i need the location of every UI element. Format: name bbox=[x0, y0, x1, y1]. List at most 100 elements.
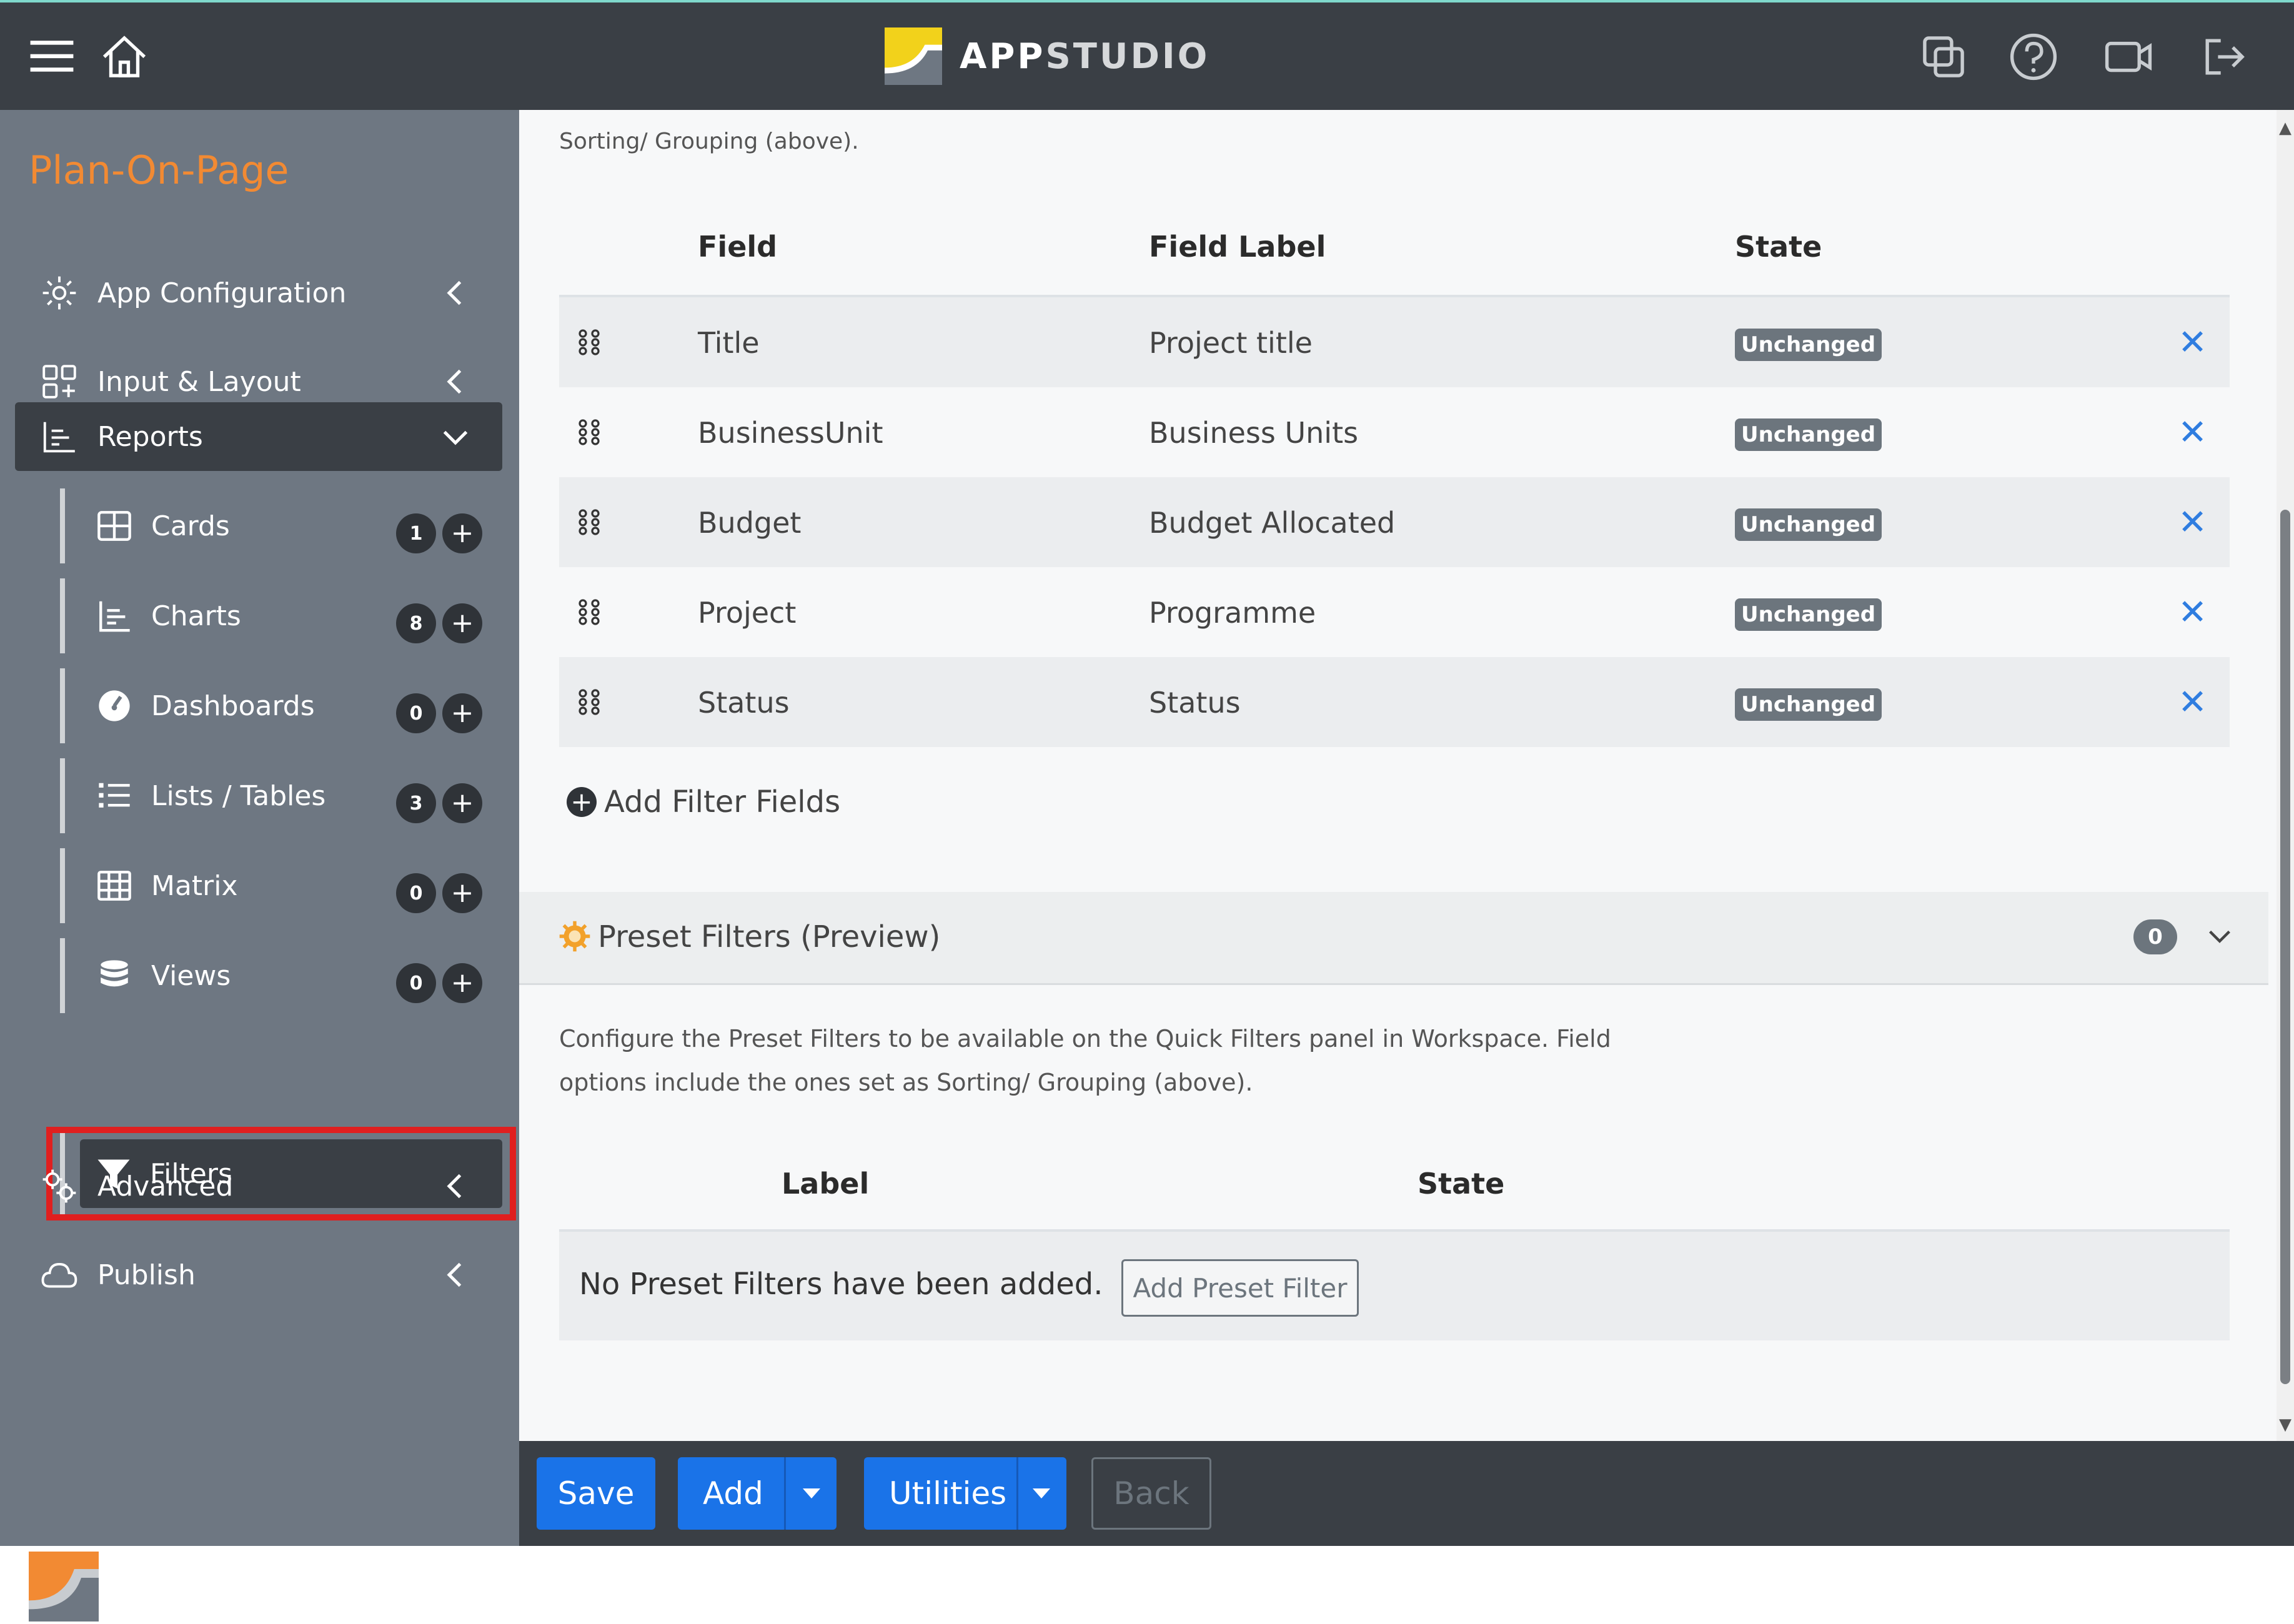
logout-icon[interactable] bbox=[2197, 30, 2250, 84]
preset-filters-title: Preset Filters (Preview) bbox=[598, 919, 941, 954]
save-button[interactable]: Save bbox=[537, 1457, 655, 1530]
add-dashboard-button[interactable]: + bbox=[442, 693, 482, 733]
home-icon[interactable] bbox=[97, 30, 151, 84]
field-name: Title bbox=[698, 326, 760, 360]
count-badge: 0 bbox=[396, 963, 436, 1003]
field-name: Budget bbox=[698, 506, 802, 540]
add-list-button[interactable]: + bbox=[442, 783, 482, 823]
field-label[interactable]: Status bbox=[1149, 686, 1241, 720]
drag-handle-icon[interactable] bbox=[577, 418, 602, 446]
sidebar-item-label: App Configuration bbox=[97, 277, 347, 309]
sidebar-item-label: Advanced bbox=[97, 1170, 234, 1202]
field-label[interactable]: Project title bbox=[1149, 326, 1313, 360]
remove-icon[interactable]: ✕ bbox=[2178, 592, 2207, 633]
add-card-button[interactable]: + bbox=[442, 513, 482, 553]
add-matrix-button[interactable]: + bbox=[442, 873, 482, 913]
utilities-dropdown-button[interactable]: Utilities bbox=[864, 1457, 1066, 1530]
report-chart-icon bbox=[40, 417, 79, 456]
app-studio-brand: APPSTUDIO bbox=[885, 27, 1209, 85]
sidebar-item-views[interactable]: Views 0 + bbox=[60, 938, 497, 1013]
app-studio-logo-icon bbox=[885, 27, 942, 85]
drag-handle-icon[interactable] bbox=[577, 598, 602, 626]
column-header-field-label: Field Label bbox=[1149, 230, 1326, 264]
drag-handle-icon[interactable] bbox=[577, 329, 602, 356]
bottom-action-bar: Save Add Utilities Back bbox=[519, 1441, 2294, 1546]
vertical-scrollbar[interactable]: ▲ ▼ bbox=[2277, 110, 2294, 1441]
scroll-down-arrow-icon[interactable]: ▼ bbox=[2279, 1415, 2292, 1434]
field-label[interactable]: Programme bbox=[1149, 596, 1316, 630]
gear-icon bbox=[558, 919, 592, 953]
help-icon[interactable] bbox=[2007, 30, 2060, 84]
state-badge: Unchanged bbox=[1735, 598, 1882, 631]
back-button[interactable]: Back bbox=[1091, 1457, 1211, 1530]
database-icon bbox=[96, 958, 132, 994]
hamburger-menu-icon[interactable] bbox=[25, 30, 79, 84]
field-label[interactable]: Business Units bbox=[1149, 416, 1358, 450]
add-filter-fields-button[interactable]: + Add Filter Fields bbox=[567, 785, 840, 819]
description-text: Sorting/ Grouping (above). bbox=[559, 129, 859, 154]
video-camera-icon[interactable] bbox=[2102, 30, 2155, 84]
sidebar-item-publish[interactable]: Publish bbox=[15, 1240, 502, 1309]
sidebar-item-charts[interactable]: Charts 8 + bbox=[60, 578, 497, 653]
remove-icon[interactable]: ✕ bbox=[2178, 682, 2207, 723]
remove-icon[interactable]: ✕ bbox=[2178, 412, 2207, 453]
sidebar-item-dashboards[interactable]: Dashboards 0 + bbox=[60, 668, 497, 743]
app-name[interactable]: Plan-On-Page bbox=[29, 147, 289, 193]
split-divider bbox=[784, 1457, 786, 1530]
table-row: BusinessUnit Business Units Unchanged ✕ bbox=[559, 387, 2230, 477]
count-badge: 3 bbox=[396, 783, 436, 823]
column-header-state: State bbox=[1735, 230, 1822, 264]
sidebar-item-cards[interactable]: Cards 1 + bbox=[60, 488, 497, 563]
count-badge: 1 bbox=[396, 513, 436, 553]
advanced-gears-icon bbox=[40, 1167, 79, 1206]
field-label[interactable]: Budget Allocated bbox=[1149, 506, 1395, 540]
utilities-button-label: Utilities bbox=[889, 1475, 1007, 1512]
sidebar-item-matrix[interactable]: Matrix 0 + bbox=[60, 848, 497, 923]
add-preset-filter-button[interactable]: Add Preset Filter bbox=[1121, 1259, 1359, 1317]
chevron-down-icon bbox=[440, 421, 471, 452]
add-dropdown-button[interactable]: Add bbox=[678, 1457, 837, 1530]
list-icon bbox=[96, 778, 132, 814]
field-name: Status bbox=[698, 686, 790, 720]
chevron-left-icon bbox=[440, 1259, 471, 1290]
sidebar-item-label: Dashboards bbox=[151, 690, 315, 722]
drag-handle-icon[interactable] bbox=[577, 508, 602, 536]
column-header-label: Label bbox=[782, 1167, 870, 1201]
caret-down-icon[interactable] bbox=[803, 1488, 820, 1498]
sidebar-item-reports[interactable]: Reports bbox=[15, 402, 502, 471]
add-chart-button[interactable]: + bbox=[442, 603, 482, 643]
bar-chart-icon bbox=[96, 598, 132, 634]
sidebar-item-lists-tables[interactable]: Lists / Tables 3 + bbox=[60, 758, 497, 833]
sidebar-item-advanced[interactable]: Advanced bbox=[15, 1152, 502, 1220]
preset-filters-header[interactable]: Preset Filters (Preview) 0 bbox=[519, 892, 2268, 985]
chevron-left-icon bbox=[440, 1171, 471, 1202]
chevron-down-icon[interactable] bbox=[2206, 922, 2233, 949]
cloud-icon bbox=[40, 1255, 79, 1294]
brand-name: APPSTUDIO bbox=[960, 36, 1209, 77]
add-button-label: Add bbox=[703, 1475, 763, 1512]
drag-handle-icon[interactable] bbox=[577, 688, 602, 716]
chevron-left-icon bbox=[440, 366, 471, 397]
field-name: Project bbox=[698, 596, 797, 630]
sidebar-item-app-configuration[interactable]: App Configuration bbox=[15, 259, 502, 327]
brand-app-text: APP bbox=[960, 36, 1046, 77]
preset-empty-row: No Preset Filters have been added. Add P… bbox=[559, 1232, 2230, 1340]
field-name: BusinessUnit bbox=[698, 416, 883, 450]
column-header-field: Field bbox=[698, 230, 778, 264]
column-header-state: State bbox=[1418, 1167, 1505, 1201]
table-row: Title Project title Unchanged ✕ bbox=[559, 297, 2230, 387]
sidebar-item-label: Matrix bbox=[151, 869, 238, 902]
sidebar-item-label: Lists / Tables bbox=[151, 780, 326, 812]
scrollbar-thumb[interactable] bbox=[2280, 510, 2290, 1384]
remove-icon[interactable]: ✕ bbox=[2178, 502, 2207, 543]
state-badge: Unchanged bbox=[1735, 688, 1882, 721]
caret-down-icon[interactable] bbox=[1033, 1488, 1050, 1498]
table-row: Project Programme Unchanged ✕ bbox=[559, 567, 2230, 657]
add-view-button[interactable]: + bbox=[442, 963, 482, 1003]
gear-icon bbox=[40, 274, 79, 312]
remove-icon[interactable]: ✕ bbox=[2178, 322, 2207, 363]
add-filter-fields-label: Add Filter Fields bbox=[604, 785, 841, 819]
scroll-up-arrow-icon[interactable]: ▲ bbox=[2279, 119, 2292, 137]
copy-windows-icon[interactable] bbox=[1917, 30, 1970, 84]
softools-brand-name: SOFTOOLS bbox=[115, 1563, 375, 1610]
